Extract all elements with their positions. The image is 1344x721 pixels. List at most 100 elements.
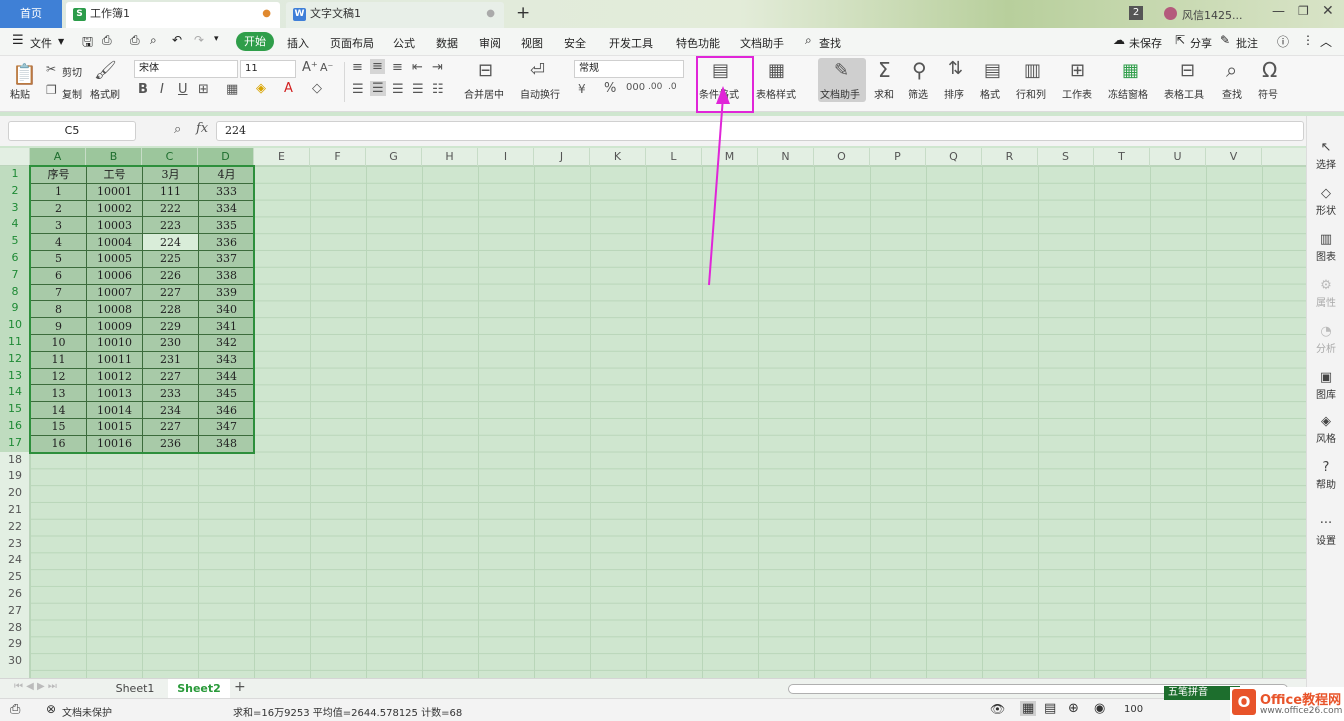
table-tools-button[interactable]: 表格工具 (1164, 86, 1204, 101)
column-header-m[interactable]: M (702, 148, 758, 166)
zoom-level[interactable]: 100 (1124, 704, 1143, 715)
align-center-icon[interactable]: ☰ (370, 81, 386, 96)
layout-view-icon[interactable]: ⊕ (1068, 701, 1079, 716)
column-header-s[interactable]: S (1038, 148, 1094, 166)
freeze-icon[interactable]: ▦ (1122, 60, 1139, 81)
quick-access-dropdown-icon[interactable]: ▾ (214, 34, 219, 44)
row-header-23[interactable]: 23 (0, 536, 30, 553)
symbol-icon[interactable]: Ω (1262, 58, 1277, 82)
close-icon[interactable]: ✕ (1322, 3, 1334, 19)
column-header-c[interactable]: C (142, 148, 198, 166)
column-header-a[interactable]: A (30, 148, 86, 166)
doc-assistant-icon[interactable]: ✎ (834, 60, 849, 81)
column-header-p[interactable]: P (870, 148, 926, 166)
menu-data[interactable]: 数据 (436, 35, 458, 51)
border-icon[interactable]: ⊞ (198, 82, 209, 97)
column-header-f[interactable]: F (310, 148, 366, 166)
copy-button[interactable]: 复制 (62, 86, 82, 101)
align-top-icon[interactable]: ≡ (352, 60, 363, 75)
find-icon[interactable]: ⌕ (1226, 58, 1237, 82)
table-cell[interactable]: 10014 (86, 401, 143, 419)
menu-features[interactable]: 特色功能 (676, 35, 720, 51)
data-table[interactable]: 序号 工号 3月 4月 1 10001 111 333 2 10002 222 334 3 10003 22… (30, 166, 255, 453)
row-header-26[interactable]: 26 (0, 586, 30, 603)
row-header-6[interactable]: 6 (0, 250, 30, 267)
doc-assistant-button[interactable]: 文档助手 (820, 86, 860, 101)
table-cell[interactable]: 3月 (142, 166, 199, 184)
home-tab[interactable]: 首页 (0, 0, 62, 28)
table-cell[interactable]: 234 (142, 401, 199, 419)
search-icon[interactable]: ⌕ (805, 33, 812, 48)
number-format-select[interactable]: 常规 (574, 60, 684, 78)
undo-icon[interactable]: ↶ (172, 33, 182, 47)
minimize-icon[interactable]: — (1272, 4, 1285, 19)
preview-icon[interactable]: ⌕ (150, 33, 157, 48)
add-tab-button[interactable]: + (516, 3, 530, 23)
row-header-18[interactable]: 18 (0, 452, 30, 469)
table-cell[interactable]: 15 (30, 417, 87, 436)
align-middle-icon[interactable]: ≡ (370, 59, 385, 74)
table-cell[interactable]: 2 (30, 199, 87, 218)
row-header-15[interactable]: 15 (0, 401, 30, 418)
row-header-3[interactable]: 3 (0, 199, 30, 217)
table-cell[interactable]: 223 (142, 216, 199, 235)
panel-settings[interactable]: ··· 设置 (1307, 516, 1344, 547)
table-cell[interactable]: 228 (142, 300, 199, 319)
row-header-21[interactable]: 21 (0, 502, 30, 519)
font-size-select[interactable]: 11 (240, 60, 296, 78)
table-cell[interactable]: 10001 (86, 182, 143, 201)
table-tools-icon[interactable]: ⊟ (1180, 60, 1195, 81)
column-header-q[interactable]: Q (926, 148, 982, 166)
row-col-icon[interactable]: ▥ (1024, 60, 1041, 81)
row-header-28[interactable]: 28 (0, 620, 30, 637)
table-cell[interactable]: 4月 (198, 166, 255, 184)
fx-icon[interactable]: fx (196, 121, 208, 136)
normal-view-icon[interactable]: ▦ (1020, 701, 1037, 716)
table-cell[interactable]: 336 (198, 233, 255, 251)
auto-wrap-icon[interactable]: ⏎ (530, 60, 545, 81)
table-cell[interactable]: 12 (30, 367, 87, 386)
format-button[interactable]: 格式 (980, 86, 1000, 101)
align-left-icon[interactable]: ☰ (352, 82, 364, 97)
page-view-icon[interactable]: ▤ (1044, 701, 1056, 716)
table-cell[interactable]: 339 (198, 283, 255, 302)
sheet-tab-1[interactable]: Sheet1 (104, 679, 166, 699)
table-cell[interactable]: 10008 (86, 300, 143, 319)
shrink-font-icon[interactable]: A⁻ (320, 61, 333, 74)
panel-properties[interactable]: ⚙ 属性 (1307, 278, 1344, 309)
row-header-7[interactable]: 7 (0, 266, 30, 284)
table-cell[interactable]: 229 (142, 317, 199, 335)
row-header-25[interactable]: 25 (0, 569, 30, 586)
table-cell[interactable]: 225 (142, 249, 199, 268)
export-icon[interactable]: ⎙ (102, 33, 112, 48)
panel-analysis[interactable]: ◔ 分析 (1307, 324, 1344, 355)
paste-button[interactable]: 粘贴 (10, 86, 30, 101)
menu-developer[interactable]: 开发工具 (609, 35, 653, 51)
tab-document1[interactable]: W 文字文稿1 ● (286, 2, 504, 28)
panel-chart[interactable]: ▥ 图表 (1307, 232, 1344, 263)
table-cell[interactable]: 6 (30, 266, 87, 285)
decrease-decimal-icon[interactable]: .0 (668, 82, 677, 92)
unsaved-status[interactable]: 未保存 (1129, 35, 1162, 51)
table-style-icon[interactable]: ▦ (768, 60, 785, 81)
annotate-button[interactable]: 批注 (1236, 35, 1258, 51)
worksheet-icon[interactable]: ⊞ (1070, 60, 1085, 81)
more-icon[interactable]: ⋮ (1302, 33, 1314, 47)
row-col-button[interactable]: 行和列 (1016, 86, 1046, 101)
column-header-g[interactable]: G (366, 148, 422, 166)
menu-formula[interactable]: 公式 (393, 35, 415, 51)
sheet-tab-2[interactable]: Sheet2 (168, 679, 230, 699)
row-header-8[interactable]: 8 (0, 283, 30, 301)
percent-icon[interactable]: % (604, 81, 616, 96)
menu-security[interactable]: 安全 (564, 35, 586, 51)
find-button[interactable]: 查找 (1222, 86, 1242, 101)
table-cell[interactable]: 224 (142, 233, 199, 251)
table-cell[interactable]: 10005 (86, 249, 143, 268)
table-cell[interactable]: 11 (30, 350, 87, 369)
bold-icon[interactable]: B (138, 82, 148, 97)
table-style-button[interactable]: 表格样式 (756, 86, 796, 101)
zoom-formula-icon[interactable]: ⌕ (174, 122, 181, 137)
table-cell[interactable]: 227 (142, 367, 199, 386)
table-cell[interactable]: 7 (30, 283, 87, 302)
panel-style[interactable]: ◈ 风格 (1307, 414, 1344, 445)
